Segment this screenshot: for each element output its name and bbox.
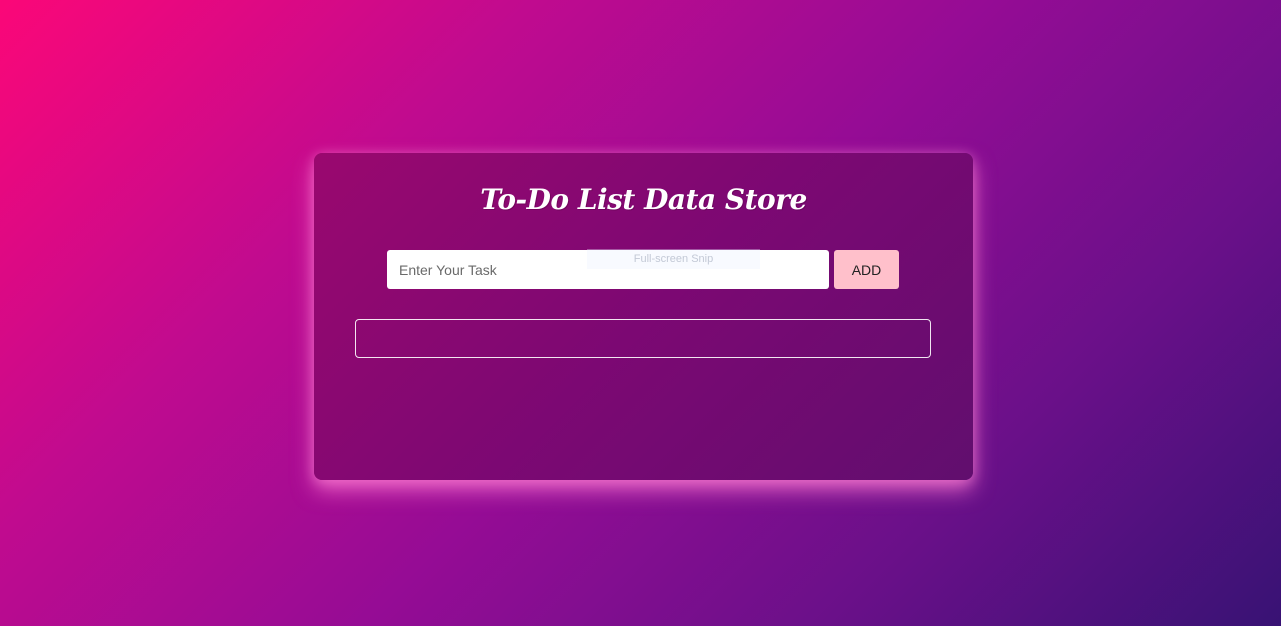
snip-tooltip: Full-screen Snip [587, 249, 760, 269]
add-button[interactable]: ADD [834, 250, 899, 289]
todo-card: To-Do List Data Store Full-screen Snip A… [314, 153, 973, 480]
page-title: To-Do List Data Store [480, 183, 807, 216]
task-list [355, 319, 931, 358]
